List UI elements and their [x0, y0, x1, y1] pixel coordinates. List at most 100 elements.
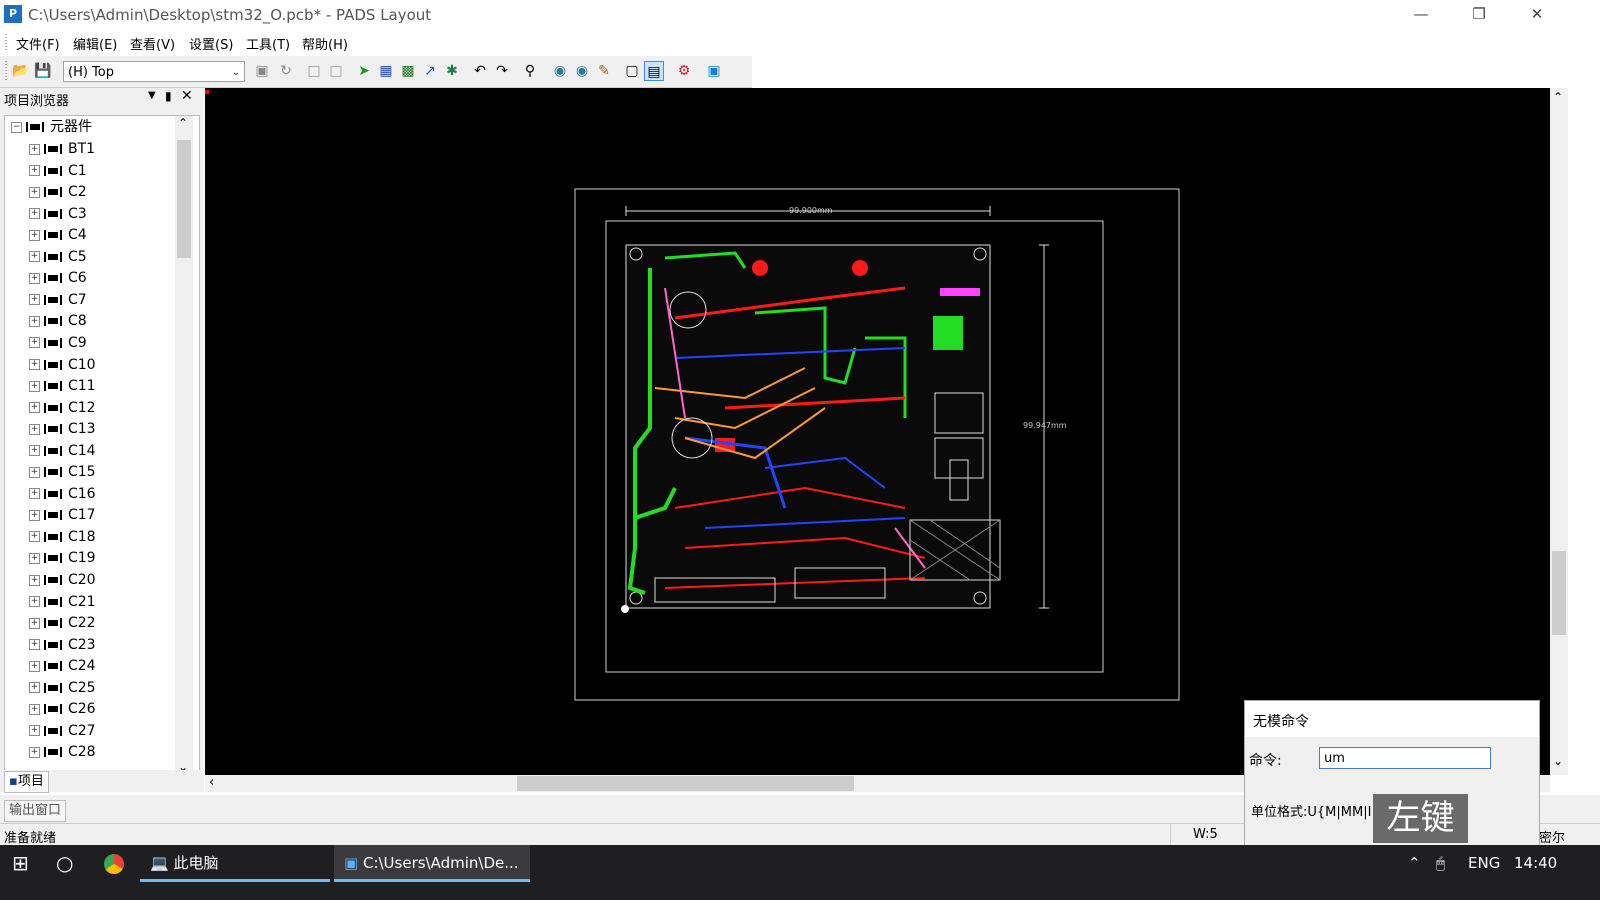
menu-view[interactable]: 查看(V): [130, 34, 175, 53]
expand-icon[interactable]: +: [29, 359, 40, 370]
redo-icon[interactable]: ↷: [492, 61, 512, 81]
expand-icon[interactable]: +: [29, 574, 40, 586]
chevron-left-icon[interactable]: ‹: [209, 775, 214, 790]
expand-icon[interactable]: +: [29, 337, 40, 349]
view-icon[interactable]: ◉: [550, 61, 570, 81]
expand-icon[interactable]: +: [29, 208, 40, 220]
tree-item[interactable]: + C18: [29, 526, 96, 548]
clock[interactable]: 14:40: [1514, 845, 1557, 882]
paint-icon[interactable]: ✎: [594, 61, 614, 81]
expand-icon[interactable]: +: [29, 229, 40, 241]
expand-icon[interactable]: +: [29, 703, 40, 715]
expand-icon[interactable]: +: [29, 423, 40, 435]
taskbar-active-window[interactable]: ▣ C:\Users\Admin\De...: [334, 845, 530, 882]
expand-icon[interactable]: +: [29, 531, 40, 543]
taskbar-this-pc[interactable]: 💻 此电脑: [140, 845, 330, 882]
menu-settings[interactable]: 设置(S): [189, 34, 233, 53]
tree-item[interactable]: + C12: [29, 397, 96, 419]
drc-icon[interactable]: ⚙: [674, 61, 694, 81]
close-icon[interactable]: ✕: [181, 88, 193, 104]
expand-icon[interactable]: +: [29, 725, 40, 737]
pcb-canvas[interactable]: 99.900mm 99.947mm: [205, 88, 1550, 775]
canvas-vscroll-thumb[interactable]: [1552, 551, 1566, 635]
expand-icon[interactable]: +: [29, 165, 40, 177]
tree-item[interactable]: + C15: [29, 461, 96, 483]
expand-icon[interactable]: +: [29, 682, 40, 694]
expand-icon[interactable]: +: [29, 639, 40, 651]
tree-item[interactable]: + C9: [29, 332, 87, 354]
expand-icon[interactable]: +: [29, 488, 40, 500]
tree-item[interactable]: + C28: [29, 741, 96, 763]
expand-icon[interactable]: +: [29, 660, 40, 672]
pin-icon[interactable]: ▮: [165, 89, 172, 103]
select-icon[interactable]: ▢: [622, 61, 642, 81]
undo-icon[interactable]: ↶: [470, 61, 490, 81]
zoom-icon[interactable]: ⚲: [520, 61, 540, 81]
window-icon[interactable]: ▤: [644, 61, 664, 81]
expand-icon[interactable]: +: [29, 466, 40, 478]
canvas-hscroll-thumb[interactable]: [517, 776, 854, 791]
expand-icon[interactable]: +: [29, 552, 40, 564]
tree-item[interactable]: + C2: [29, 181, 87, 203]
pad-icon[interactable]: ✱: [442, 61, 462, 81]
language-indicator[interactable]: ENG: [1468, 845, 1500, 882]
tree-item[interactable]: + C7: [29, 289, 87, 311]
canvas-vertical-scrollbar[interactable]: ⌃ ⌄: [1550, 88, 1568, 775]
tree-item[interactable]: + C11: [29, 375, 96, 397]
tree-item[interactable]: + C17: [29, 504, 96, 526]
tree-item[interactable]: + C22: [29, 612, 96, 634]
menu-file[interactable]: 文件(F): [16, 34, 60, 53]
menu-tools[interactable]: 工具(T): [246, 34, 290, 53]
expand-icon[interactable]: +: [29, 596, 40, 608]
expand-icon[interactable]: +: [29, 251, 40, 263]
expand-icon[interactable]: +: [29, 402, 40, 414]
dropdown-icon[interactable]: ▼: [148, 90, 156, 101]
tree-item[interactable]: + C10: [29, 354, 96, 376]
network-icon[interactable]: 🖱: [1436, 845, 1445, 882]
close-button[interactable]: ✕: [1514, 0, 1560, 29]
tree-item[interactable]: + C27: [29, 720, 96, 742]
matrix-icon[interactable]: ▩: [398, 61, 418, 81]
grid-icon[interactable]: ▦: [376, 61, 396, 81]
tree-item[interactable]: + C19: [29, 547, 96, 569]
restore-button[interactable]: ❐: [1456, 0, 1502, 29]
output-window-tab[interactable]: 输出窗口: [4, 800, 67, 822]
expand-icon[interactable]: +: [29, 445, 40, 457]
tree-item[interactable]: + C20: [29, 569, 96, 591]
expand-icon[interactable]: +: [29, 272, 40, 284]
expand-icon[interactable]: +: [29, 186, 40, 198]
router-icon[interactable]: ▣: [704, 61, 724, 81]
chrome-icon[interactable]: [104, 854, 124, 874]
collapse-icon[interactable]: −: [11, 121, 22, 133]
expand-icon[interactable]: +: [29, 617, 40, 629]
tree-item[interactable]: + C13: [29, 418, 96, 440]
tree-item[interactable]: + C24: [29, 655, 96, 677]
tree-item[interactable]: + C4: [29, 224, 87, 246]
pad-stack-icon[interactable]: ▣: [252, 61, 272, 81]
tree-item[interactable]: + C6: [29, 267, 87, 289]
route-icon[interactable]: ➤: [354, 61, 374, 81]
tree-item[interactable]: + C5: [29, 246, 87, 268]
cortana-icon[interactable]: ○: [56, 845, 78, 882]
menu-help[interactable]: 帮助(H): [302, 34, 348, 53]
menu-edit[interactable]: 编辑(E): [73, 34, 117, 53]
expand-icon[interactable]: +: [29, 380, 40, 392]
tree-item[interactable]: + BT1: [29, 138, 95, 160]
tree-item[interactable]: + C16: [29, 483, 96, 505]
expand-icon[interactable]: +: [29, 315, 40, 327]
tree-item[interactable]: + C3: [29, 203, 87, 225]
tree-item[interactable]: + C26: [29, 698, 96, 720]
chevron-down-icon[interactable]: ⌄: [1553, 754, 1563, 768]
tree-item[interactable]: + C21: [29, 591, 96, 613]
board2-icon[interactable]: □: [326, 61, 346, 81]
expand-icon[interactable]: +: [29, 294, 40, 306]
chevron-up-icon[interactable]: ⌃: [1408, 845, 1421, 882]
tree-scrollbar[interactable]: ⌃ ⌄: [175, 116, 193, 781]
expand-icon[interactable]: +: [29, 143, 40, 155]
chevron-up-icon[interactable]: ⌃: [1553, 90, 1563, 104]
tab-project[interactable]: ▪项目: [4, 771, 49, 793]
tree-item[interactable]: + C8: [29, 310, 87, 332]
board-icon[interactable]: □: [304, 61, 324, 81]
tree-scroll-thumb[interactable]: [177, 140, 191, 258]
chevron-up-icon[interactable]: ⌃: [178, 116, 188, 130]
